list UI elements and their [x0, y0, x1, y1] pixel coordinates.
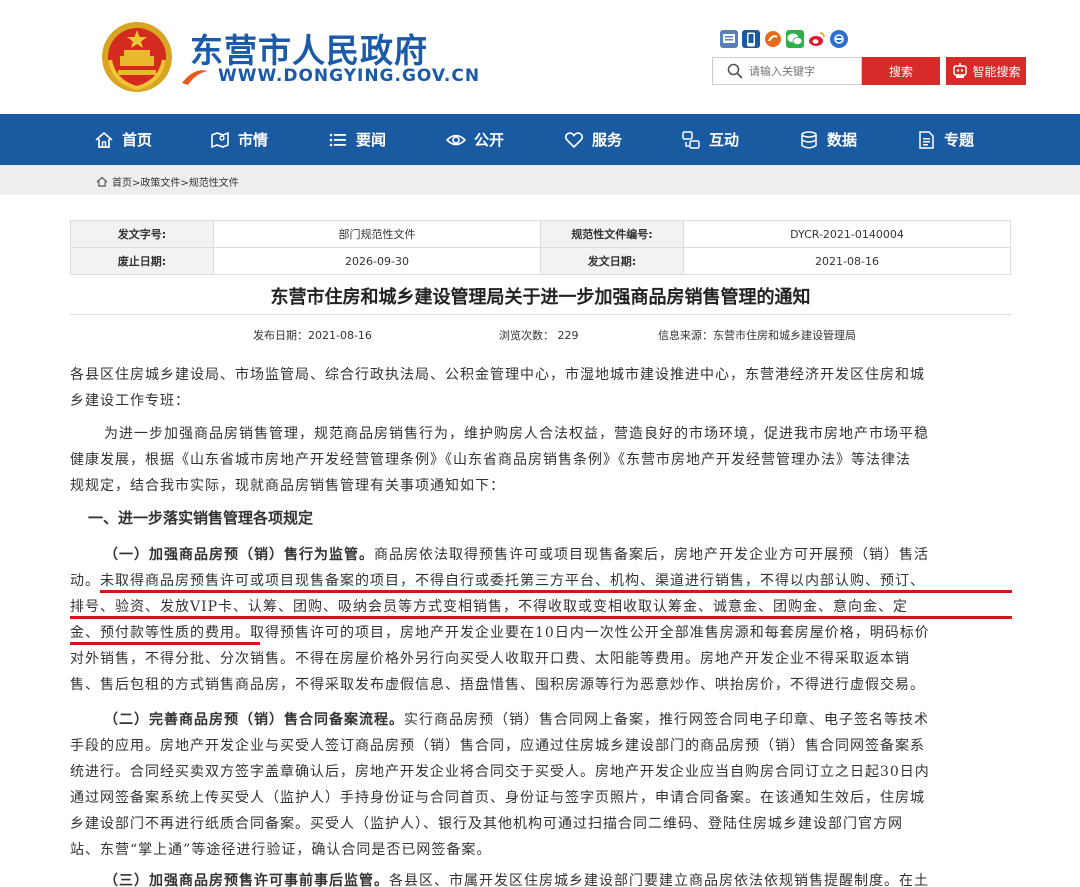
- main-nav: 首页 市情 要闻 公开 服务 互动 数据 专题: [0, 114, 1080, 165]
- paragraph-contract-filing: （二）完善商品房预（销）售合同备案流程。实行商品房预（销）售合同网上备案，推行网…: [70, 712, 930, 858]
- database-icon: [801, 130, 817, 148]
- nav-item-open[interactable]: 公开: [446, 114, 504, 165]
- mobile-icon[interactable]: [742, 30, 760, 48]
- title-divider: [70, 314, 1011, 315]
- highlight-underline: [100, 590, 1012, 593]
- breadcrumb-current[interactable]: 规范性文件: [189, 174, 239, 189]
- nav-item-home[interactable]: 首页: [94, 114, 152, 165]
- doc-number-label: 发文字号:: [70, 220, 214, 248]
- map-icon: [211, 131, 229, 148]
- table-row: 发文字号: 部门规范性文件 规范性文件编号: DYCR-2021-0140004: [70, 220, 1011, 248]
- issue-date-label: 发文日期:: [540, 247, 684, 275]
- weibo-toutiao-icon[interactable]: [764, 30, 782, 48]
- eye-icon: [446, 134, 466, 145]
- info-source: 信息来源：东营市住房和城乡建设管理局: [658, 329, 856, 342]
- home-icon: [96, 176, 108, 187]
- subsection-heading: （二）完善商品房预（销）售合同备案流程。: [104, 712, 404, 728]
- breadcrumb-home[interactable]: 首页>: [112, 174, 140, 189]
- interaction-icon: [682, 130, 700, 149]
- nav-item-interact[interactable]: 互动: [681, 114, 739, 165]
- smart-search-label: 智能搜索: [972, 64, 1021, 79]
- highlight-underline: [70, 616, 1012, 619]
- table-row: 废止日期: 2026-09-30 发文日期: 2021-08-16: [70, 247, 1011, 275]
- robot-icon: [953, 63, 968, 78]
- paragraph-presale-supervision: （三）加强商品房预售许可事前事后监管。各县区、市属开发区住房城乡建设部门要建立商…: [104, 873, 929, 887]
- site-header: 东营市人民政府 WWW.DONGYING.GOV.CN 搜索 智能搜索: [0, 0, 1080, 114]
- page-title: 东营市住房和城乡建设管理局关于进一步加强商品房销售管理的通知: [270, 287, 811, 308]
- site-url-text: WWW.DONGYING.GOV.CN: [218, 66, 481, 86]
- swoosh-icon: [182, 70, 208, 85]
- nav-item-service[interactable]: 服务: [564, 114, 622, 165]
- issue-date-value: 2021-08-16: [683, 247, 1011, 275]
- heart-icon: [564, 131, 584, 148]
- wechat-icon[interactable]: [786, 30, 804, 48]
- breadcrumb-policy[interactable]: 政策文件>: [140, 174, 188, 189]
- view-count: 浏览次数： 229: [499, 329, 579, 342]
- expire-date-value: 2026-09-30: [213, 247, 541, 275]
- smart-search-button[interactable]: 智能搜索: [946, 57, 1026, 85]
- subsection-heading: （三）加强商品房预售许可事前事后监管。: [104, 873, 389, 887]
- breadcrumb: 首页> 政策文件> 规范性文件: [0, 165, 1080, 195]
- rss-icon[interactable]: [720, 30, 738, 48]
- paragraph-addressees: 各县区住房城乡建设局、市场监管局、综合行政执法局、公积金管理中心，市湿地城市建设…: [70, 367, 925, 409]
- list-icon: [329, 133, 346, 146]
- weibo-icon[interactable]: [808, 30, 826, 48]
- document-icon: [919, 130, 934, 149]
- search-icon: [727, 63, 743, 79]
- expire-date-label: 废止日期:: [70, 247, 214, 275]
- search-box[interactable]: [712, 57, 862, 85]
- nav-item-data[interactable]: 数据: [799, 114, 857, 165]
- search-button[interactable]: 搜索: [862, 57, 940, 85]
- app-icon[interactable]: [830, 30, 848, 48]
- nav-item-city[interactable]: 市情: [210, 114, 268, 165]
- document-meta-table: 发文字号: 部门规范性文件 规范性文件编号: DYCR-2021-0140004…: [70, 220, 1011, 275]
- home-icon: [95, 131, 113, 148]
- highlight-underline: [70, 642, 260, 645]
- subsection-heading: （一）加强商品房预（销）售行为监管。: [104, 547, 374, 563]
- paragraph-sales-supervision: （一）加强商品房预（销）售行为监管。商品房依法取得预售许可或项目现售备案后，房地…: [70, 547, 930, 693]
- doc-number-value: 部门规范性文件: [213, 220, 541, 248]
- publish-date: 发布日期：2021-08-16: [253, 329, 372, 342]
- nav-item-news[interactable]: 要闻: [328, 114, 386, 165]
- doc-code-value: DYCR-2021-0140004: [683, 220, 1011, 248]
- doc-code-label: 规范性文件编号:: [540, 220, 684, 248]
- paragraph-intro: 为进一步加强商品房销售管理，规范商品房销售行为，维护购房人合法权益，营造良好的市…: [70, 426, 929, 494]
- nav-item-topic[interactable]: 专题: [916, 114, 974, 165]
- national-emblem-icon: [102, 22, 172, 92]
- site-url[interactable]: WWW.DONGYING.GOV.CN: [180, 65, 480, 87]
- search-input[interactable]: [749, 64, 859, 78]
- section-heading: 一、进一步落实销售管理各项规定: [88, 509, 314, 527]
- social-links: [720, 30, 848, 48]
